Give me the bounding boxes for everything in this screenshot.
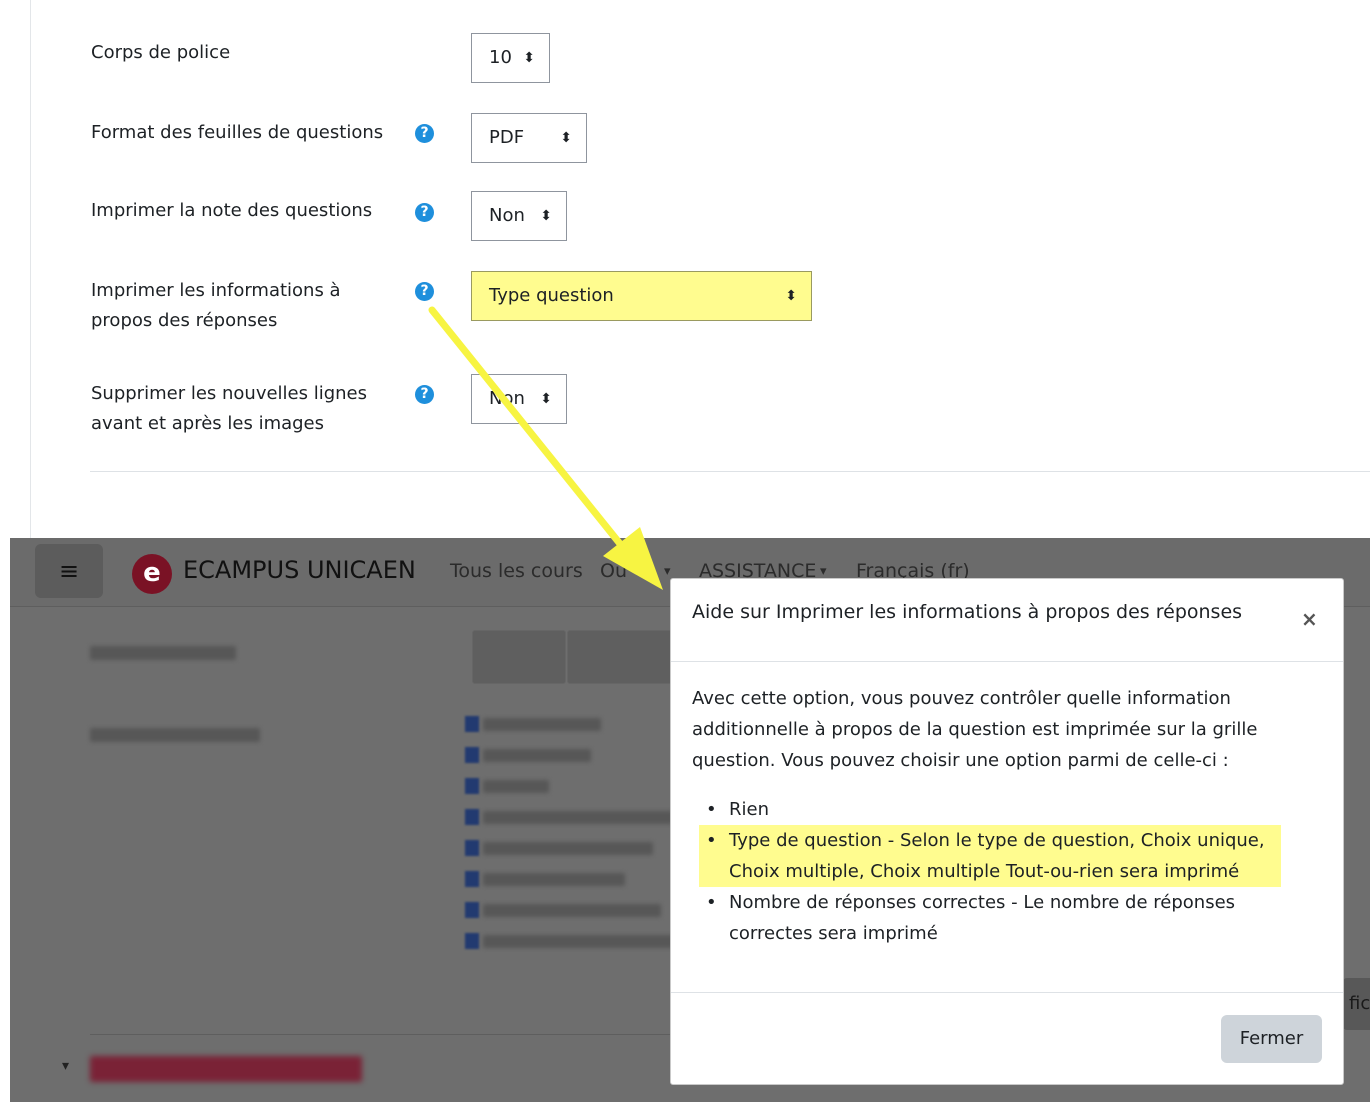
arrow-shaft <box>428 306 629 554</box>
yellow-arrow-annotation <box>428 306 663 590</box>
